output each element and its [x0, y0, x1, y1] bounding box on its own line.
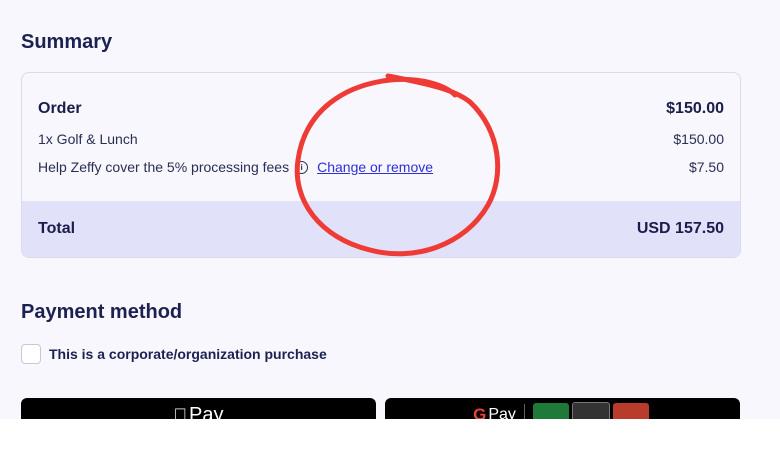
apple-icon: 	[174, 405, 188, 420]
line-item-label: 1x Golf & Lunch	[38, 131, 138, 147]
change-or-remove-link[interactable]: Change or remove	[317, 159, 433, 175]
google-icon: G	[473, 405, 487, 419]
saved-card-green	[532, 403, 569, 419]
saved-card-black	[571, 402, 610, 419]
fee-left: Help Zeffy cover the 5% processing fees …	[38, 159, 433, 175]
saved-card-red	[612, 403, 649, 419]
apple-pay-label: Pay	[182, 403, 223, 420]
corporate-purchase-option[interactable]: This is a corporate/organization purchas…	[21, 344, 327, 364]
order-row: Order $150.00	[38, 100, 724, 118]
line-item-row: 1x Golf & Lunch $150.00	[38, 131, 724, 147]
checkout-viewport: Summary Order $150.00 1x Golf & Lunch $1…	[0, 0, 780, 419]
fee-row: Help Zeffy cover the 5% processing fees …	[38, 159, 724, 175]
order-amount: $150.00	[666, 100, 724, 117]
summary-card: Order $150.00 1x Golf & Lunch $150.00 He…	[21, 72, 741, 258]
total-amount: USD 157.50	[636, 220, 724, 237]
google-pay-divider	[523, 404, 525, 419]
payment-method-title: Payment method	[21, 301, 183, 323]
order-label: Order	[38, 100, 82, 117]
google-pay-button[interactable]: G Pay	[385, 398, 740, 419]
google-pay-label: Pay	[488, 406, 516, 419]
corporate-purchase-checkbox[interactable]	[21, 344, 41, 364]
corporate-purchase-label: This is a corporate/organization purchas…	[49, 346, 327, 362]
line-item-amount: $150.00	[673, 131, 724, 147]
total-label: Total	[38, 220, 76, 237]
fee-amount: $7.50	[688, 159, 724, 175]
total-row: Total USD 157.50	[38, 220, 724, 238]
info-icon[interactable]: i	[295, 160, 309, 174]
summary-title: Summary	[21, 31, 113, 53]
fee-label: Help Zeffy cover the 5% processing fees	[38, 159, 290, 175]
apple-pay-button[interactable]:  Pay	[21, 398, 376, 419]
